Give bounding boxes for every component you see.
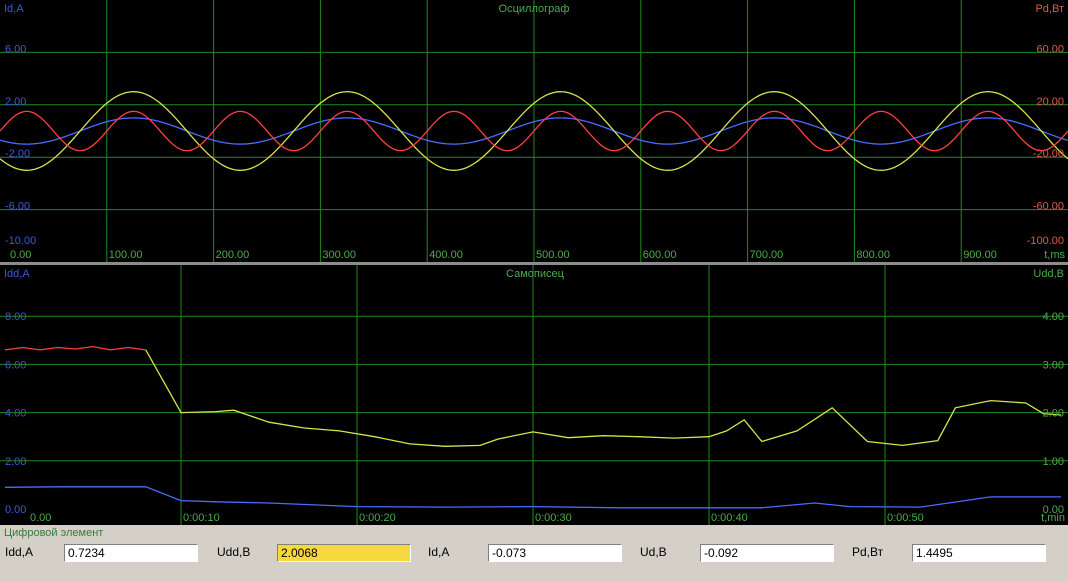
osc-left-axis-label: Id,A (4, 3, 24, 15)
osc-title: Осциллограф (499, 3, 570, 15)
osc-left-tick: 6.00 (5, 43, 26, 55)
digital-element-title: Цифровой элемент (4, 527, 104, 539)
osc-right-tick: -20.00 (1033, 148, 1064, 160)
osc-left-tick: 2.00 (5, 96, 26, 108)
rec-time-tick: 0:00:40 (711, 512, 748, 524)
rec-right-tick: 3.00 (1043, 359, 1064, 371)
recorder-plot: Idd,A Udd,B Самописец 8.00 6.00 4.00 2.00 0.00 4… (0, 265, 1068, 525)
udd-field[interactable] (277, 544, 411, 562)
rec-time-tick: 0:00:30 (535, 512, 572, 524)
rec-time-tick: 0:00:50 (887, 512, 924, 524)
udd-label: Udd,B (217, 545, 251, 559)
pd-label: Pd,Вт (852, 545, 884, 559)
osc-time-tick: 700.00 (750, 249, 784, 261)
oscilloscope-panel: Id,A Pd,Вт Осциллограф 6.00 2.00 -2.00 -6.00 -1… (0, 0, 1068, 262)
osc-time-tick: 500.00 (536, 249, 570, 261)
rec-title: Самописец (506, 268, 565, 280)
osc-time-tick: 0.00 (10, 249, 31, 261)
id-label: Id,A (428, 545, 450, 559)
rec-time-unit: t,min (1041, 512, 1065, 524)
rec-left-axis-label: Idd,A (4, 268, 30, 280)
id-field[interactable] (488, 544, 622, 562)
osc-time-tick: 900.00 (963, 249, 997, 261)
idd-label: Idd,A (5, 545, 34, 559)
rec-time-tick: 0:00:10 (183, 512, 220, 524)
recorder-panel: Idd,A Udd,B Самописец 8.00 6.00 4.00 2.00 0.00 4… (0, 265, 1068, 525)
osc-left-tick: -6.00 (5, 201, 30, 213)
osc-time-tick: 200.00 (216, 249, 250, 261)
osc-right-tick: 20.00 (1036, 96, 1064, 108)
rec-time-tick: 0.00 (30, 512, 51, 524)
osc-right-axis-label: Pd,Вт (1035, 3, 1064, 15)
oscilloscope-plot: Id,A Pd,Вт Осциллограф 6.00 2.00 -2.00 -6.00 -1… (0, 0, 1068, 262)
osc-time-tick: 100.00 (109, 249, 143, 261)
rec-trace-voltage-start (4, 345, 146, 351)
rec-right-axis-label: Udd,B (1033, 268, 1064, 280)
osc-time-tick: 400.00 (429, 249, 463, 261)
rec-left-tick: 0.00 (5, 504, 26, 516)
rec-right-tick: 1.00 (1043, 456, 1064, 468)
osc-time-tick: 800.00 (856, 249, 890, 261)
rec-right-tick: 4.00 (1043, 311, 1064, 323)
osc-right-tick: 60.00 (1036, 43, 1064, 55)
pd-field[interactable] (912, 544, 1046, 562)
digital-element-panel: Цифровой элемент Idd,A Udd,B Id,A Ud,B P… (0, 525, 1068, 582)
osc-time-unit: t,ms (1044, 249, 1065, 261)
osc-left-tick: -10.00 (5, 235, 36, 247)
rec-time-tick: 0:00:20 (359, 512, 396, 524)
osc-right-tick: -100.00 (1027, 235, 1064, 247)
osc-left-tick: -2.00 (5, 148, 30, 160)
ud-label: Ud,B (640, 545, 667, 559)
osc-time-tick: 600.00 (643, 249, 677, 261)
rec-left-tick: 6.00 (5, 359, 26, 371)
rec-right-tick: 2.00 (1043, 408, 1064, 420)
rec-left-tick: 2.00 (5, 456, 26, 468)
osc-right-tick: -60.00 (1033, 201, 1064, 213)
rec-left-tick: 8.00 (5, 311, 26, 323)
ud-field[interactable] (700, 544, 834, 562)
osc-time-tick: 300.00 (322, 249, 356, 261)
idd-field[interactable] (64, 544, 198, 562)
rec-left-tick: 4.00 (5, 408, 26, 420)
